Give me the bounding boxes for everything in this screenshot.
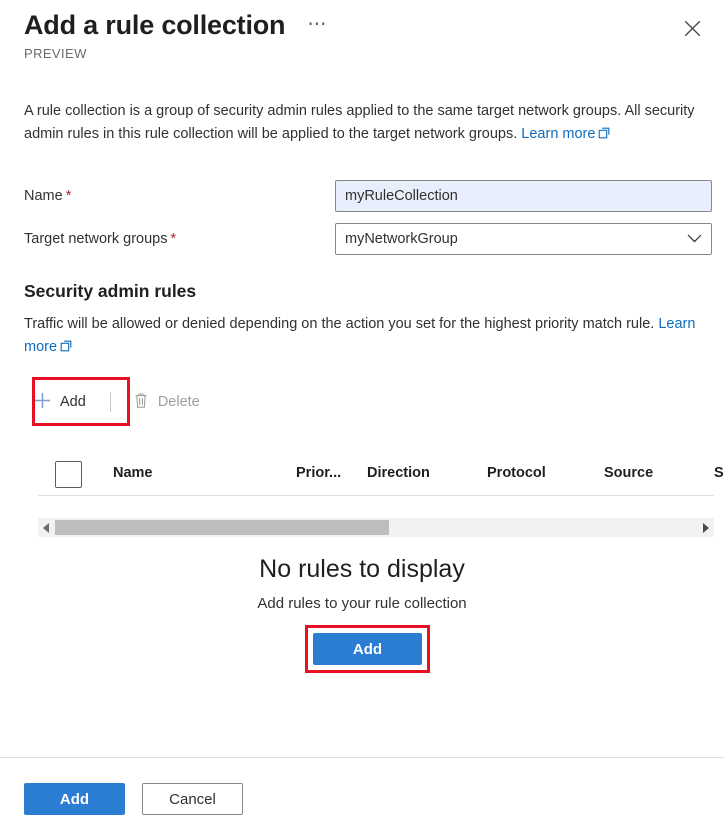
field-row-target-network-groups: Target network groups * myNetworkGroup	[24, 223, 712, 255]
name-label-text: Name	[24, 188, 63, 204]
section-description: Traffic will be allowed or denied depend…	[24, 313, 704, 359]
external-link-icon	[60, 337, 72, 360]
select-all-checkbox[interactable]	[55, 461, 82, 488]
toolbar-delete-button[interactable]: Delete	[123, 386, 212, 418]
footer-divider	[0, 757, 724, 758]
scrollbar-thumb[interactable]	[55, 520, 389, 535]
rules-table: Name Prior... Direction Protocol Source …	[38, 450, 724, 496]
toolbar-separator	[109, 392, 111, 412]
scroll-right-arrow-icon[interactable]	[697, 518, 714, 537]
empty-state-add-button[interactable]: Add	[313, 633, 422, 665]
more-options-icon[interactable]: ⋯	[303, 15, 331, 34]
name-control	[335, 180, 712, 212]
blade-header: Add a rule collection ⋯ PREVIEW	[0, 0, 724, 78]
column-header-name[interactable]: Name	[113, 465, 153, 481]
empty-state: No rules to display Add rules to your ru…	[0, 553, 724, 665]
rules-toolbar: Add Delete	[24, 385, 212, 419]
toolbar-add-label: Add	[60, 394, 86, 410]
toolbar-delete-label: Delete	[157, 394, 200, 410]
scroll-left-arrow-icon[interactable]	[38, 518, 55, 537]
footer-cancel-button[interactable]: Cancel	[142, 783, 243, 815]
scrollbar-track[interactable]	[55, 518, 697, 537]
column-header-protocol[interactable]: Protocol	[487, 465, 546, 481]
section-heading-security-admin-rules: Security admin rules	[24, 281, 197, 301]
target-network-groups-label: Target network groups *	[24, 231, 176, 247]
footer-add-button[interactable]: Add	[24, 783, 125, 815]
target-required-marker: *	[170, 231, 177, 247]
name-required-marker: *	[65, 188, 72, 204]
target-selected-value: myNetworkGroup	[345, 231, 458, 247]
chevron-down-icon	[687, 230, 702, 248]
external-link-icon	[598, 124, 610, 147]
empty-state-title: No rules to display	[259, 555, 465, 583]
target-control: myNetworkGroup	[335, 223, 712, 255]
column-header-source[interactable]: Source	[604, 465, 653, 481]
blade-footer: Add Cancel	[24, 783, 243, 815]
learn-more-link[interactable]: Learn more	[521, 126, 595, 142]
empty-state-subtitle: Add rules to your rule collection	[257, 595, 467, 612]
title-row: Add a rule collection ⋯	[24, 8, 331, 42]
field-row-name: Name *	[24, 180, 712, 212]
column-header-priority[interactable]: Prior...	[296, 465, 341, 481]
trash-icon	[133, 392, 149, 412]
page-title: Add a rule collection	[24, 10, 286, 40]
column-header-direction[interactable]: Direction	[367, 465, 430, 481]
column-header-source-port[interactable]: S	[714, 465, 724, 481]
section-description-text: Traffic will be allowed or denied depend…	[24, 316, 659, 332]
plus-icon	[34, 392, 51, 412]
table-horizontal-scrollbar[interactable]	[38, 518, 714, 537]
close-icon	[684, 20, 701, 37]
table-header-row: Name Prior... Direction Protocol Source …	[38, 450, 724, 496]
blade-description: A rule collection is a group of security…	[24, 100, 704, 146]
toolbar-add-button[interactable]: Add	[24, 386, 98, 418]
name-input[interactable]	[335, 180, 712, 212]
close-button[interactable]	[677, 13, 707, 43]
target-label-text: Target network groups	[24, 231, 168, 247]
target-network-groups-select[interactable]: myNetworkGroup	[335, 223, 712, 255]
preview-badge: PREVIEW	[24, 46, 87, 61]
name-label: Name *	[24, 188, 71, 204]
